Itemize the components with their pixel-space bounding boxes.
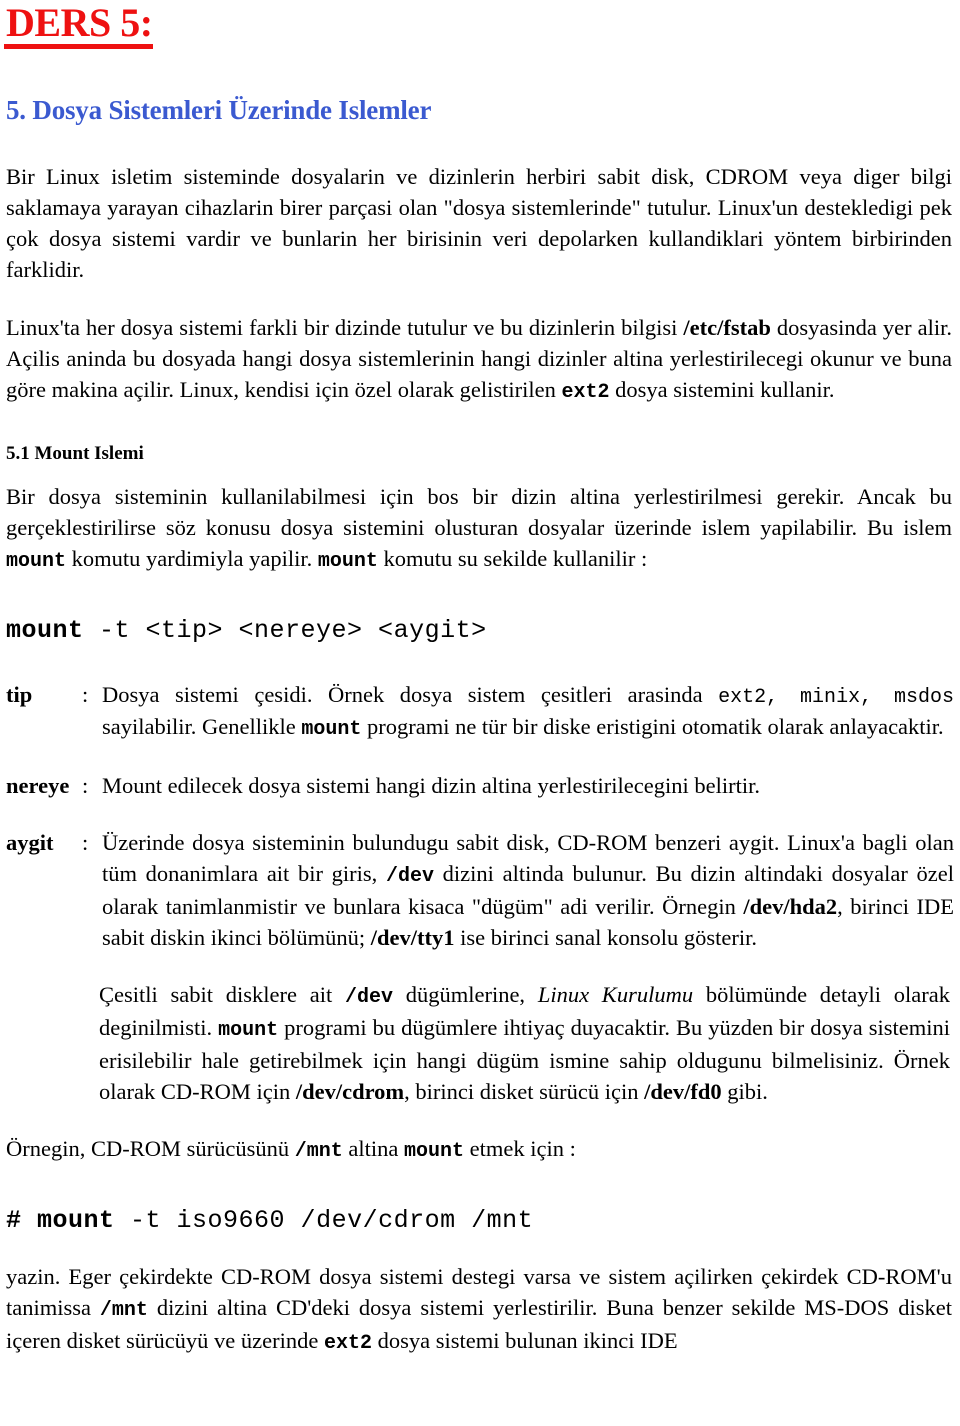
- example-intro-text-b: altina: [342, 1136, 404, 1161]
- mount-p-text-c: komutu su sekilde kullanilir :: [377, 545, 648, 571]
- definition-colon-tip: :: [82, 681, 89, 707]
- intro-paragraph-2: Linux'ta her dosya sistemi farkli bir di…: [4, 312, 954, 407]
- intro-paragraph-1-text: Bir Linux isletim sisteminde dosyalarin …: [6, 164, 952, 283]
- tip-text-a: Dosya sistemi çesidi. Örnek dosya sistem…: [102, 681, 719, 707]
- closing-paragraph: yazin. Eger çekirdekte CD-ROM dosya sist…: [4, 1261, 954, 1358]
- closing-text-c: dosya sistemi bulunan ikinci IDE: [372, 1327, 678, 1353]
- dev-par-code-2: mount: [218, 1019, 279, 1042]
- example-command-line: # mount -t iso9660 /dev/cdrom /mnt: [4, 1206, 954, 1235]
- dev-hda2-path: /dev/hda2: [743, 894, 838, 919]
- definition-term-aygit: aygit: [6, 830, 54, 856]
- dev-fd0-path: /dev/fd0: [644, 1078, 722, 1104]
- linux-kurulumu-reference: Linux Kurulumu: [537, 982, 694, 1008]
- dev-par-text-e: , birinci disket sürücü için: [404, 1078, 645, 1104]
- ext2-code: ext2: [561, 380, 610, 404]
- mount-syntax-command: mount: [6, 615, 84, 645]
- definition-body-aygit: Üzerinde dosya sisteminin bulundugu sabi…: [102, 827, 954, 953]
- tip-fs-types-code: ext2, minix, msdos: [718, 685, 955, 709]
- example-mount-code: mount: [403, 1140, 464, 1163]
- intro-paragraph-1: Bir Linux isletim sisteminde dosyalarin …: [4, 161, 954, 286]
- aygit-text-d: ise birinci sanal konsolu gösterir.: [454, 925, 757, 951]
- mount-code-2: mount: [317, 549, 378, 573]
- dev-dir-code: /dev: [385, 865, 434, 889]
- mount-syntax-args: -t <tip> <nereye> <aygit>: [83, 615, 487, 645]
- document-title-wrap: DERS 5:: [4, 0, 954, 49]
- document-title: DERS 5:: [4, 0, 153, 49]
- sub-heading-mount: 5.1 Mount Islemi: [6, 442, 144, 464]
- example-intro-text-a: Örnegin, CD-ROM sürücüsünü: [6, 1136, 295, 1161]
- mnt-path-code-1: /mnt: [294, 1140, 343, 1163]
- example-intro-text-c: etmek için :: [464, 1136, 576, 1161]
- definition-row-tip: tip : Dosya sistemi çesidi. Örnek dosya …: [4, 679, 954, 744]
- dev-cdrom-path: /dev/cdrom: [295, 1078, 405, 1104]
- document-page: DERS 5: 5. Dosya Sistemleri Üzerinde Isl…: [0, 0, 960, 1426]
- definition-colon-aygit: :: [82, 830, 89, 856]
- tip-text-b: sayilabilir. Genellikle: [102, 714, 302, 740]
- mount-p-text-a: Bir dosya sisteminin kullanilabilmesi iç…: [6, 483, 952, 540]
- example-command-args: -t iso9660 /dev/cdrom /mnt: [114, 1205, 534, 1235]
- mount-code-1: mount: [6, 549, 67, 573]
- definition-row-aygit: aygit : Üzerinde dosya sisteminin bulund…: [4, 827, 954, 953]
- intro-p2-text-c: dosya sistemini kullanir.: [609, 376, 835, 402]
- dev-par-text-f: gibi.: [721, 1078, 768, 1104]
- mount-p-text-b: komutu yardimiyla yapilir.: [66, 545, 318, 571]
- example-command-name: mount: [37, 1205, 115, 1235]
- dev-par-code-1: /dev: [344, 986, 393, 1010]
- tip-text-c: programi ne tür bir diske eristigini oto…: [361, 714, 944, 740]
- section-heading: 5. Dosya Sistemleri Üzerinde Islemler: [6, 95, 432, 125]
- shell-prompt: #: [6, 1205, 38, 1235]
- example-intro-paragraph: Örnegin, CD-ROM sürücüsünü /mnt altina m…: [4, 1133, 954, 1166]
- fstab-path: /etc/fstab: [683, 314, 771, 340]
- definition-colon-nereye: :: [82, 773, 89, 798]
- ext2-code-closing: ext2: [324, 1331, 373, 1355]
- intro-p2-text-a: Linux'ta her dosya sistemi farkli bir di…: [6, 314, 684, 340]
- definition-body-nereye: Mount edilecek dosya sistemi hangi dizin…: [102, 773, 760, 798]
- tip-mount-code: mount: [301, 718, 362, 742]
- dev-par-text-b: dügümlerine,: [392, 982, 538, 1008]
- mount-paragraph: Bir dosya sisteminin kullanilabilmesi iç…: [4, 481, 954, 576]
- dev-par-text-a: Çesitli sabit disklere ait: [99, 982, 345, 1008]
- dev-nodes-paragraph: Çesitli sabit disklere ait /dev dügümler…: [97, 979, 954, 1107]
- dev-tty1-path: /dev/tty1: [370, 925, 455, 951]
- mount-syntax-line: mount -t <tip> <nereye> <aygit>: [4, 616, 954, 645]
- definition-row-nereye: nereye : Mount edilecek dosya sistemi ha…: [4, 770, 954, 801]
- definition-term-nereye: nereye: [6, 773, 70, 798]
- parameter-definition-list: tip : Dosya sistemi çesidi. Örnek dosya …: [4, 679, 954, 954]
- definition-body-tip: Dosya sistemi çesidi. Örnek dosya sistem…: [102, 679, 954, 744]
- mnt-path-code-2: /mnt: [99, 1298, 148, 1322]
- definition-term-tip: tip: [6, 681, 33, 707]
